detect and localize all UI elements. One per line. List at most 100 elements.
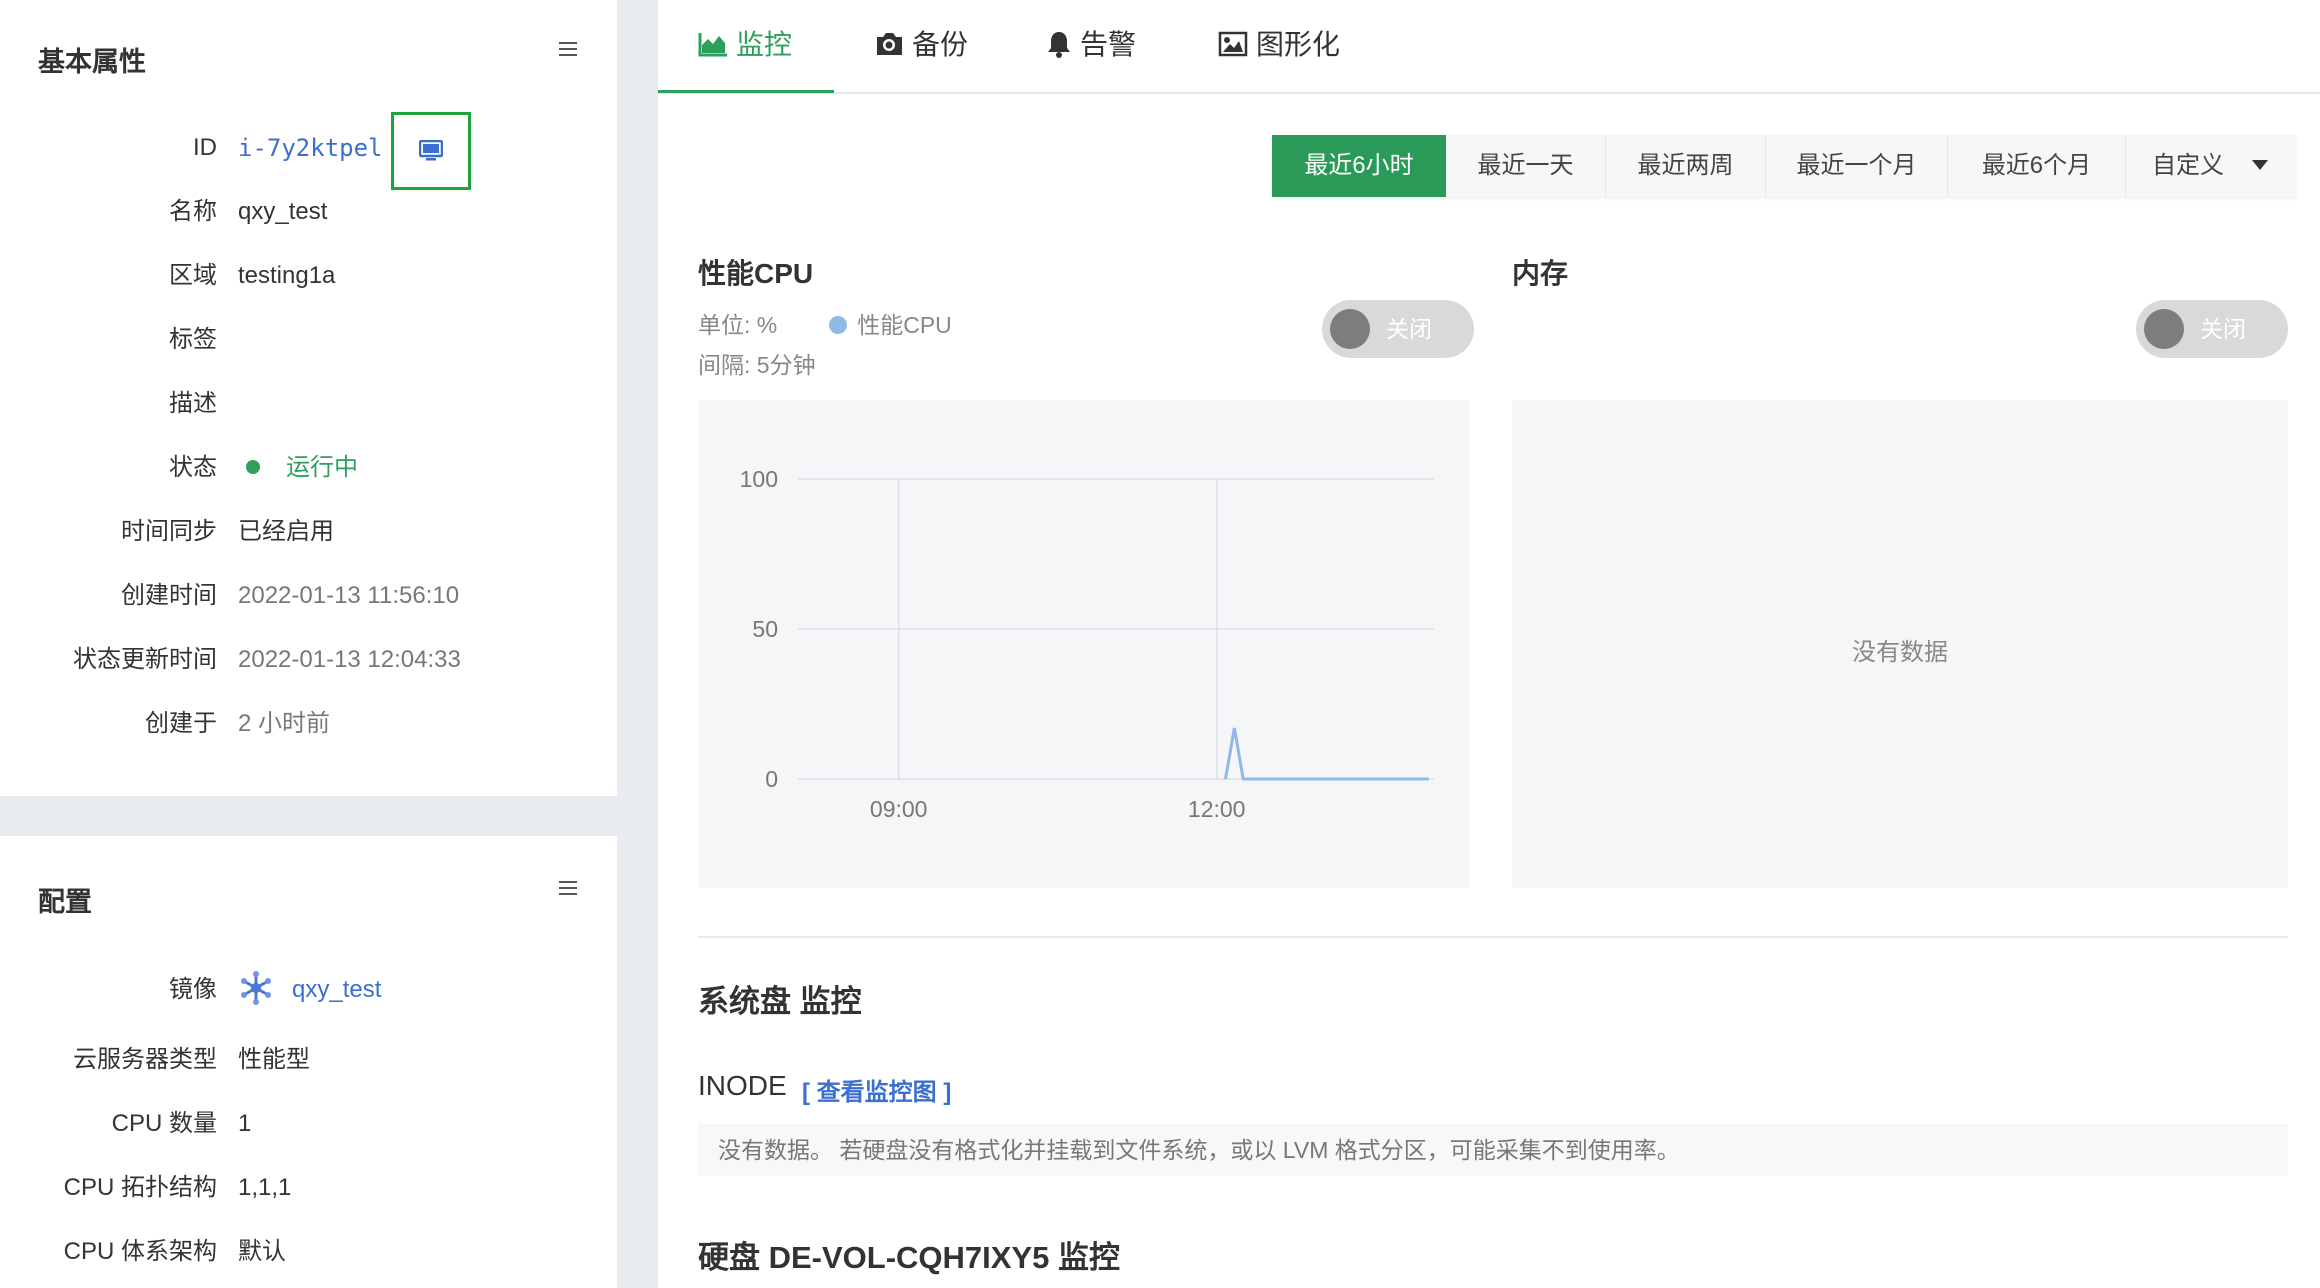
section-divider — [698, 936, 2288, 938]
prop-row-cpu-count: CPU 数量 1 — [0, 1104, 617, 1144]
image-value[interactable]: qxy_test — [238, 970, 381, 1010]
memory-empty-text: 没有数据 — [1852, 639, 1948, 666]
prop-row-cpu-topology: CPU 拓扑结构 1,1,1 — [0, 1168, 617, 1208]
prop-label: 镜像 — [169, 976, 217, 1003]
x-tick-label: 12:00 — [1188, 796, 1246, 822]
cpu-unit: 单位: % — [698, 312, 778, 338]
memory-realtime-toggle[interactable]: 关闭 — [2136, 300, 2288, 358]
tab-label: 监控 — [736, 29, 793, 60]
view-monitor-link[interactable]: [ 查看监控图 ] — [802, 1072, 951, 1107]
cpu-series-line — [1224, 727, 1429, 781]
y-tick-label: 50 — [752, 616, 778, 642]
prop-row-id: ID i-7y2ktpel — [0, 128, 617, 168]
memory-chart: 没有数据 — [1512, 400, 2288, 888]
prop-label: 区域 — [169, 262, 217, 289]
prop-label: CPU 数量 — [111, 1110, 217, 1137]
tab-label: 图形化 — [1256, 29, 1341, 60]
image-icon — [1218, 31, 1248, 56]
prop-row-tags: 标签 — [0, 320, 617, 360]
vnc-console-button[interactable] — [391, 112, 471, 190]
legend-dot-icon — [829, 315, 848, 334]
prop-row-description: 描述 — [0, 384, 617, 424]
tab-backup[interactable]: 备份 — [874, 22, 968, 68]
image-name: qxy_test — [292, 976, 382, 1003]
prop-label: 创建于 — [145, 710, 217, 737]
zone-value: testing1a — [238, 262, 336, 289]
snowflake-icon — [241, 970, 271, 1005]
tab-monitor[interactable]: 监控 — [698, 22, 792, 68]
cpu-count-value: 1 — [238, 1110, 252, 1137]
prop-row-zone: 区域 testing1a — [0, 256, 617, 296]
active-tab-indicator — [658, 90, 834, 93]
volume-monitor-title: 硬盘 DE-VOL-CQH7IXY5 监控 — [698, 1240, 1120, 1275]
memory-title: 内存 — [1512, 258, 1569, 289]
caret-down-icon — [2252, 159, 2268, 170]
prop-label: 标签 — [169, 326, 217, 353]
prop-row-cpu-arch: CPU 体系架构 默认 — [0, 1232, 617, 1272]
name-value: qxy_test — [238, 198, 328, 225]
prop-row-updated: 状态更新时间 2022-01-13 12:04:33 — [0, 640, 617, 680]
prop-row-image: 镜像 qxy_test — [0, 970, 617, 1010]
range-custom-dropdown[interactable]: 自定义 — [2126, 135, 2296, 197]
monitoring-area: 监控 备份 告警 图形化 最近6小时 最近一天 最近两周 最近一个月 最近6个月… — [658, 0, 2320, 1288]
x-tick-label: 09:00 — [870, 796, 928, 822]
config-panel: 配置 镜像 qxy_test 云服务器类型 性能型 CPU 数量 1 CPU 拓… — [0, 836, 617, 1288]
left-column: 基本属性 ID i-7y2ktpel 名称 qxy_test 区域 testin… — [0, 0, 617, 1288]
status-value: 运行中 — [246, 448, 358, 488]
cpu-interval: 间隔: 5分钟 — [698, 352, 816, 378]
status-dot-icon — [246, 459, 260, 474]
monitor-icon — [419, 140, 443, 161]
tab-label: 告警 — [1080, 29, 1137, 60]
time-range-selector: 最近6小时 最近一天 最近两周 最近一个月 最近6个月 自定义 — [1272, 135, 2296, 197]
prop-row-timesync: 时间同步 已经启用 — [0, 512, 617, 552]
bell-icon — [1048, 31, 1070, 58]
prop-row-status: 状态 运行中 — [0, 448, 617, 488]
toggle-knob — [1330, 309, 1370, 349]
toggle-label: 关闭 — [1386, 316, 1432, 342]
prop-label: 时间同步 — [121, 518, 217, 545]
basic-menu-icon[interactable] — [559, 42, 577, 56]
camera-icon — [877, 32, 902, 55]
prop-label: 描述 — [169, 390, 217, 417]
cpu-title: 性能CPU — [698, 258, 814, 289]
status-updated-value: 2022-01-13 12:04:33 — [238, 646, 461, 673]
prop-label: 状态更新时间 — [73, 646, 217, 673]
toggle-knob — [2144, 309, 2184, 349]
prop-row-name: 名称 qxy_test — [0, 192, 617, 232]
tab-label: 备份 — [912, 29, 969, 60]
tab-alarm[interactable]: 告警 — [1046, 22, 1136, 68]
cpu-legend: 性能CPU — [857, 312, 952, 338]
prop-label: CPU 拓扑结构 — [63, 1174, 217, 1201]
cpu-topology-value: 1,1,1 — [238, 1174, 292, 1201]
range-6m-button[interactable]: 最近6个月 — [1948, 135, 2126, 197]
config-menu-icon[interactable] — [559, 881, 577, 895]
cpu-unit-line: 单位: % 性能CPU — [698, 306, 952, 340]
inode-label: INODE — [698, 1070, 787, 1101]
range-2w-button[interactable]: 最近两周 — [1606, 135, 1766, 197]
cpu-realtime-toggle[interactable]: 关闭 — [1322, 300, 1474, 358]
tab-graphical[interactable]: 图形化 — [1218, 22, 1340, 68]
cpu-chart-svg: 0 50 100 09:00 12:00 — [740, 466, 1434, 822]
prop-label: ID — [193, 134, 217, 161]
status-text: 运行中 — [286, 454, 358, 481]
config-title: 配置 — [38, 887, 92, 917]
prop-label: 云服务器类型 — [73, 1046, 217, 1073]
created-ago-value: 2 小时前 — [238, 710, 331, 737]
prop-row-created: 创建时间 2022-01-13 11:56:10 — [0, 576, 617, 616]
cpu-arch-value: 默认 — [238, 1238, 286, 1265]
timesync-value: 已经启用 — [238, 518, 334, 545]
range-1d-button[interactable]: 最近一天 — [1446, 135, 1606, 197]
prop-row-age: 创建于 2 小时前 — [0, 704, 617, 744]
range-6h-button[interactable]: 最近6小时 — [1272, 135, 1446, 197]
y-tick-label: 100 — [740, 466, 778, 492]
prop-label: 创建时间 — [121, 582, 217, 609]
custom-label: 自定义 — [2152, 152, 2224, 179]
instance-id-value: i-7y2ktpel — [238, 134, 383, 162]
tab-bar: 监控 备份 告警 图形化 — [658, 0, 2320, 94]
range-1m-button[interactable]: 最近一个月 — [1766, 135, 1948, 197]
basic-properties-panel: 基本属性 ID i-7y2ktpel 名称 qxy_test 区域 testin… — [0, 0, 617, 796]
disk-note: 没有数据。 若硬盘没有格式化并挂载到文件系统，或以 LVM 格式分区，可能采集不… — [698, 1124, 2288, 1176]
prop-row-server-type: 云服务器类型 性能型 — [0, 1040, 617, 1080]
prop-label: CPU 体系架构 — [63, 1238, 217, 1265]
basic-properties-title: 基本属性 — [38, 47, 146, 77]
